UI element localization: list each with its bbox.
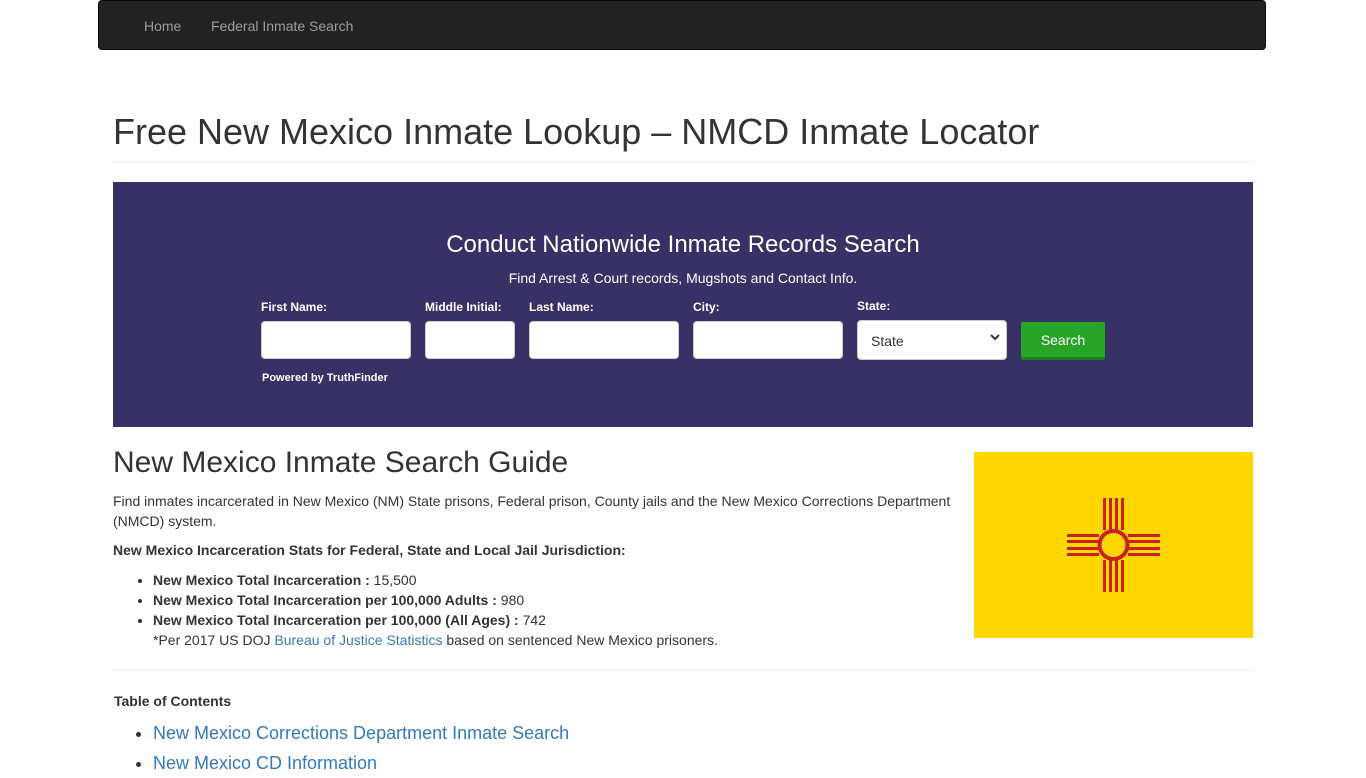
stat-label: New Mexico Total Incarceration per 100,0…	[153, 612, 519, 628]
stat-value: 742	[518, 612, 546, 628]
stats-heading: New Mexico Incarceration Stats for Feder…	[113, 542, 626, 558]
guide-intro: Find inmates incarcerated in New Mexico …	[113, 493, 951, 529]
list-item: New Mexico Total Incarceration per 100,0…	[153, 610, 546, 630]
zia-sun-symbol-icon	[1067, 498, 1160, 592]
stat-value: 980	[496, 592, 525, 608]
toc-heading: Table of Contents	[114, 693, 232, 709]
city-label: City:	[693, 300, 720, 314]
state-select-value: State	[871, 333, 904, 349]
search-button[interactable]: Search	[1021, 322, 1105, 360]
state-select[interactable]: State	[857, 320, 1007, 360]
bureau-of-justice-statistics-link[interactable]: Bureau of Justice Statistics	[274, 632, 442, 648]
middle-initial-label: Middle Initial:	[425, 300, 502, 314]
chevron-down-icon	[990, 331, 1000, 345]
powered-by-text: Powered by TruthFinder	[262, 372, 388, 384]
toc-list: New Mexico Corrections Department Inmate…	[113, 718, 569, 778]
stat-value: 15,500	[369, 572, 417, 588]
nav-home-link[interactable]: Home	[144, 18, 181, 34]
toc-link-nm-cd-information[interactable]: New Mexico CD Information	[153, 753, 377, 773]
top-navbar: Home Federal Inmate Search	[98, 0, 1266, 50]
section-divider	[113, 670, 1253, 671]
stat-label: New Mexico Total Incarceration per 100,0…	[153, 592, 497, 608]
last-name-label: Last Name:	[529, 300, 594, 314]
new-mexico-flag	[974, 452, 1253, 638]
state-label: State:	[857, 299, 891, 313]
list-item: New Mexico Total Incarceration : 15,500	[153, 570, 546, 590]
stats-list: New Mexico Total Incarceration : 15,500 …	[113, 570, 546, 630]
list-item: New Mexico Corrections Department Inmate…	[153, 718, 569, 748]
first-name-input[interactable]	[261, 321, 411, 359]
inmate-search-widget: Conduct Nationwide Inmate Records Search…	[113, 182, 1253, 427]
guide-title: New Mexico Inmate Search Guide	[113, 446, 569, 479]
city-input[interactable]	[693, 321, 843, 359]
list-item: New Mexico Total Incarceration per 100,0…	[153, 590, 546, 610]
nav-federal-inmate-search-link[interactable]: Federal Inmate Search	[211, 18, 353, 34]
title-divider	[113, 161, 1253, 162]
note-suffix: based on sentenced New Mexico prisoners.	[442, 632, 718, 648]
note-prefix: *Per 2017 US DOJ	[153, 632, 275, 648]
first-name-label: First Name:	[261, 300, 328, 314]
stat-label: New Mexico Total Incarceration :	[153, 572, 370, 588]
toc-link-nmcd-inmate-search[interactable]: New Mexico Corrections Department Inmate…	[153, 723, 569, 743]
search-heading: Conduct Nationwide Inmate Records Search	[446, 231, 920, 258]
last-name-input[interactable]	[529, 321, 679, 359]
stats-source-note: *Per 2017 US DOJ Bureau of Justice Stati…	[153, 630, 718, 650]
search-subheading: Find Arrest & Court records, Mugshots an…	[508, 270, 858, 286]
list-item: New Mexico CD Information	[153, 748, 569, 778]
middle-initial-input[interactable]	[425, 321, 515, 359]
page-title: Free New Mexico Inmate Lookup – NMCD Inm…	[113, 111, 1040, 152]
